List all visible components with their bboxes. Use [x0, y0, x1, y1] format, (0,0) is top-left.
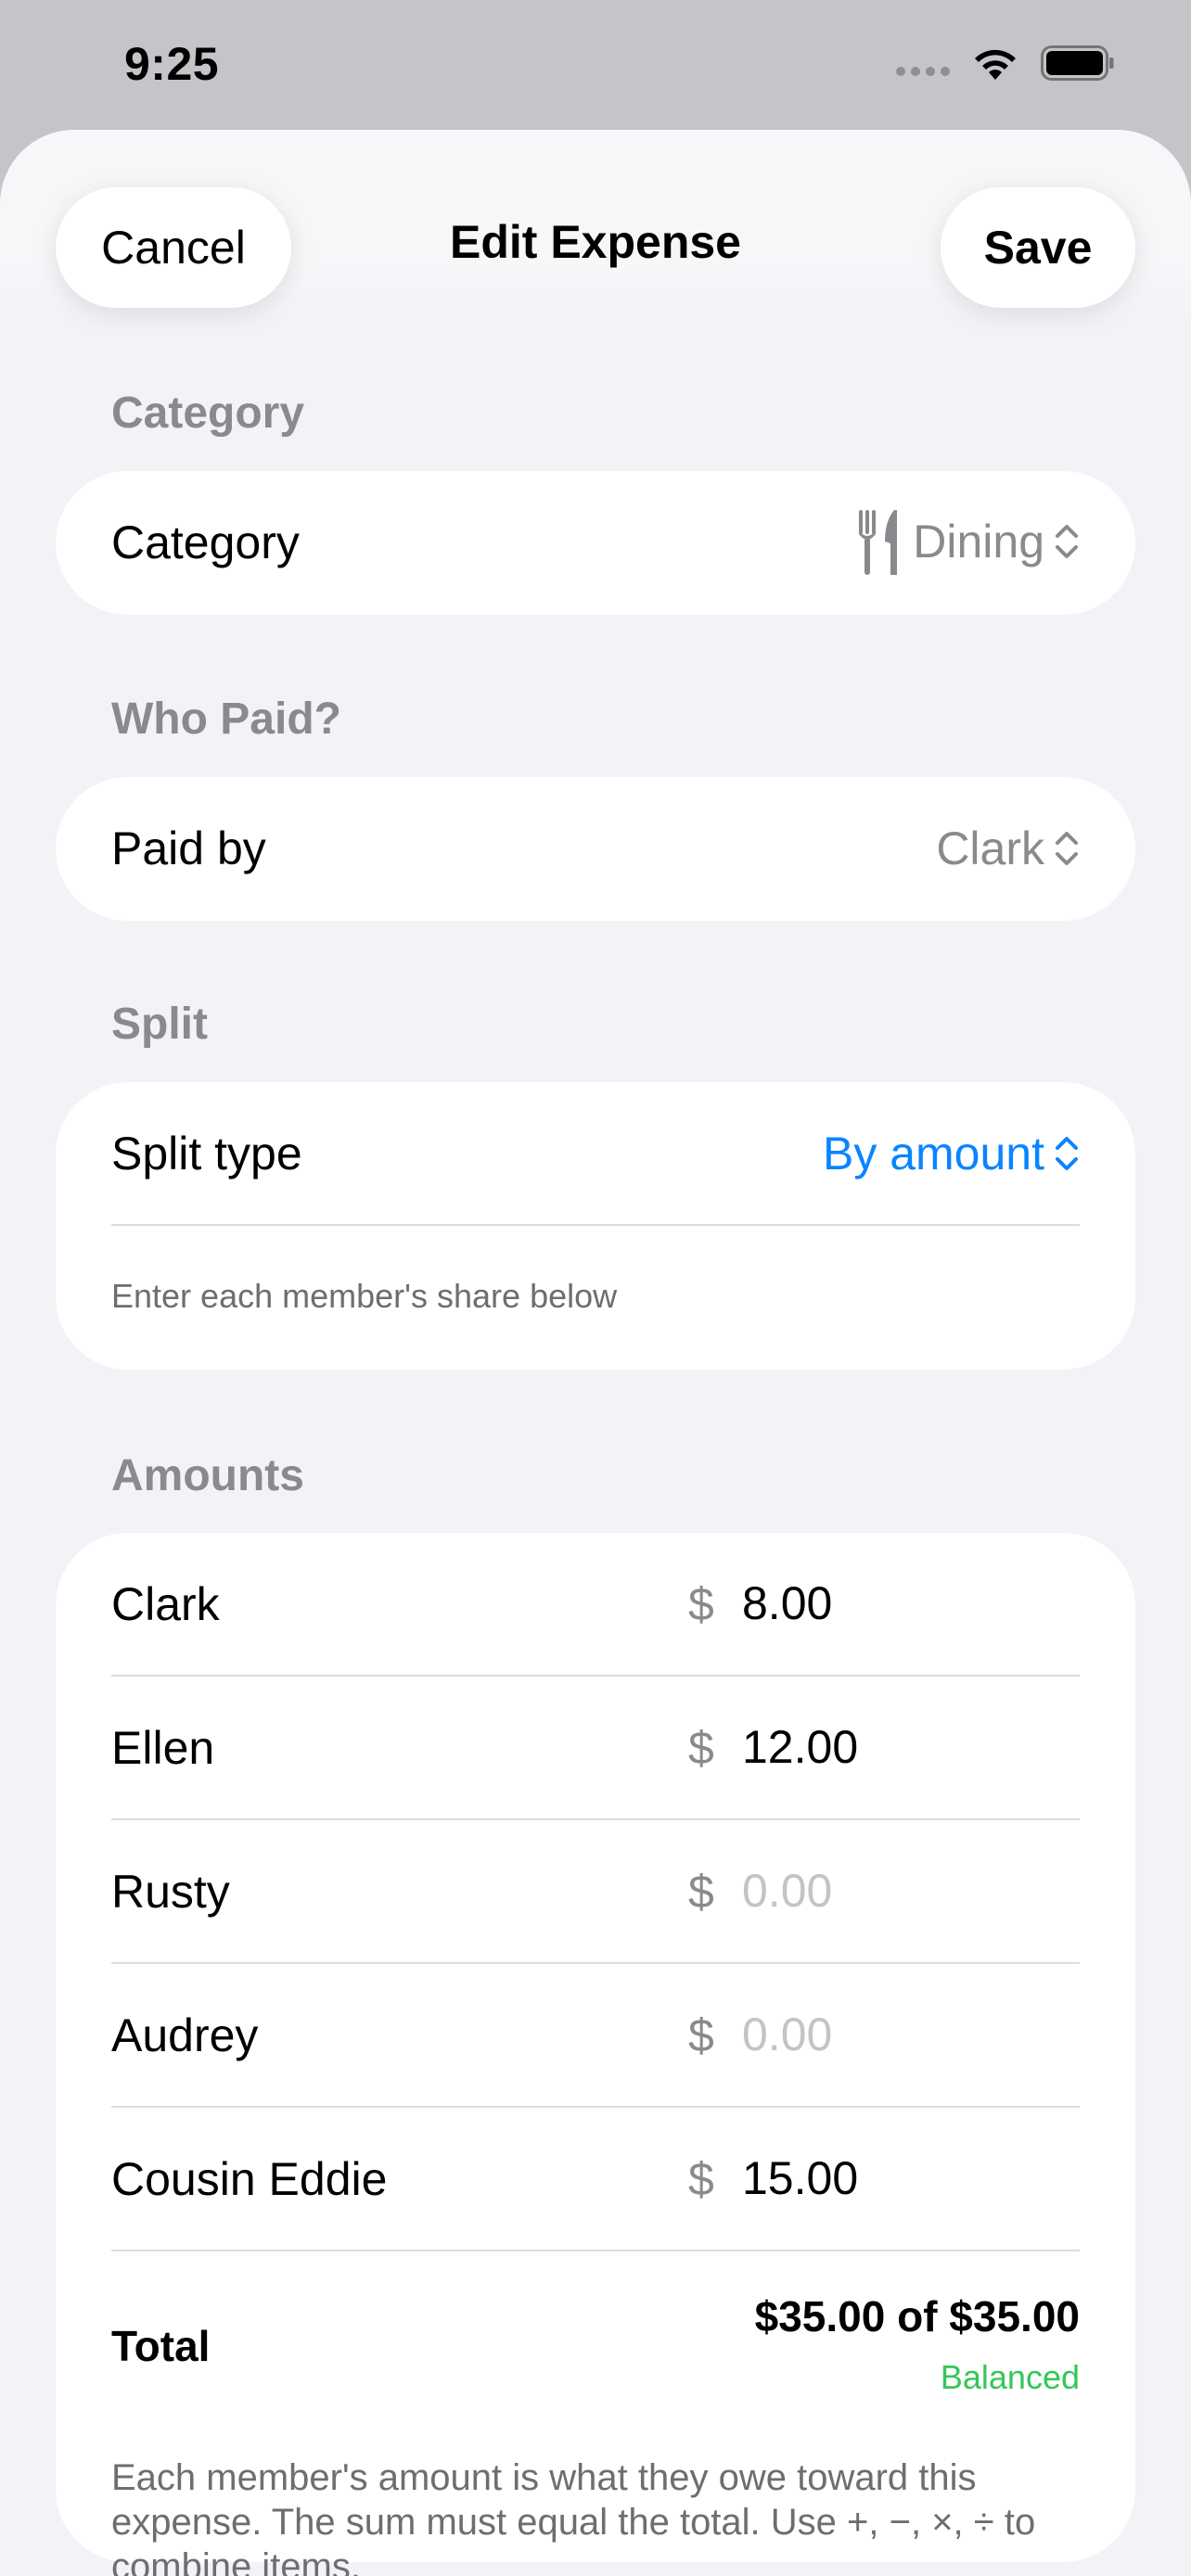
payer-card: Paid by Clark [56, 777, 1135, 921]
amount-row-rusty: Rusty $ [56, 1820, 1135, 1964]
split-type-picker[interactable]: By amount [823, 1127, 1080, 1180]
amount-row-audrey: Audrey $ [56, 1964, 1135, 2108]
currency-symbol: $ [688, 1722, 714, 1774]
amount-input-clark[interactable] [742, 1568, 1057, 1639]
amount-row-ellen: Ellen $ [56, 1677, 1135, 1820]
member-name: Rusty [111, 1866, 230, 1918]
cancel-button[interactable]: Cancel [56, 187, 291, 308]
member-name: Ellen [111, 1722, 215, 1774]
split-section-header: Split [111, 1000, 208, 1049]
category-row-label: Category [111, 516, 300, 568]
member-name: Clark [111, 1578, 220, 1630]
amount-row-clark: Clark $ [56, 1533, 1135, 1677]
chevron-up-down-icon [1056, 832, 1078, 865]
amounts-section-header: Amounts [111, 1451, 304, 1500]
currency-symbol: $ [688, 1578, 714, 1630]
edit-expense-sheet: Cancel Edit Expense Save Category Catego… [0, 130, 1191, 2576]
total-value: $35.00 of $35.00 [754, 2292, 1080, 2340]
amounts-card: Clark $ Ellen $ Rusty $ Audrey $ Cousin … [56, 1533, 1135, 2562]
payer-section-header: Who Paid? [111, 695, 341, 744]
cellular-signal-icon [896, 67, 950, 76]
divider [111, 2250, 1080, 2251]
split-type-value: By amount [822, 1128, 1044, 1180]
amount-input-ellen[interactable] [742, 1712, 1057, 1782]
paid-by-label: Paid by [111, 823, 266, 874]
chevron-up-down-icon [1056, 525, 1078, 558]
currency-symbol: $ [688, 1866, 714, 1918]
split-card: Split type By amount Enter each member's… [56, 1082, 1135, 1370]
category-section-header: Category [111, 389, 305, 438]
currency-symbol: $ [688, 2009, 714, 2061]
footer-note: Each member's amount is what they owe to… [111, 2457, 1036, 2576]
split-hint: Enter each member's share below [111, 1277, 618, 1315]
status-icons [896, 45, 1115, 82]
save-button[interactable]: Save [941, 187, 1135, 308]
category-card: Category Dining [56, 471, 1135, 615]
paid-by-value: Clark [936, 823, 1044, 874]
total-label: Total [111, 2322, 211, 2370]
balance-status: Balanced [940, 2358, 1080, 2396]
divider [111, 1224, 1080, 1226]
category-value: Dining [913, 516, 1044, 567]
status-bar: 9:25 [0, 0, 1191, 130]
amount-input-rusty[interactable] [742, 1855, 1057, 1926]
fork-knife-icon [859, 510, 898, 575]
member-name: Cousin Eddie [111, 2153, 388, 2205]
split-type-label: Split type [111, 1128, 302, 1180]
chevron-up-down-icon [1056, 1137, 1078, 1170]
amount-input-audrey[interactable] [742, 1999, 1057, 2070]
status-time: 9:25 [124, 38, 220, 90]
battery-icon [1041, 45, 1114, 81]
paid-by-picker[interactable]: Clark [936, 822, 1080, 875]
wifi-icon [975, 49, 1016, 80]
member-name: Audrey [111, 2009, 259, 2061]
currency-symbol: $ [688, 2153, 714, 2205]
amount-input-cousin-eddie[interactable] [742, 2143, 1057, 2213]
category-picker[interactable]: Dining [857, 506, 1080, 577]
amount-row-cousin-eddie: Cousin Eddie $ [56, 2108, 1135, 2251]
